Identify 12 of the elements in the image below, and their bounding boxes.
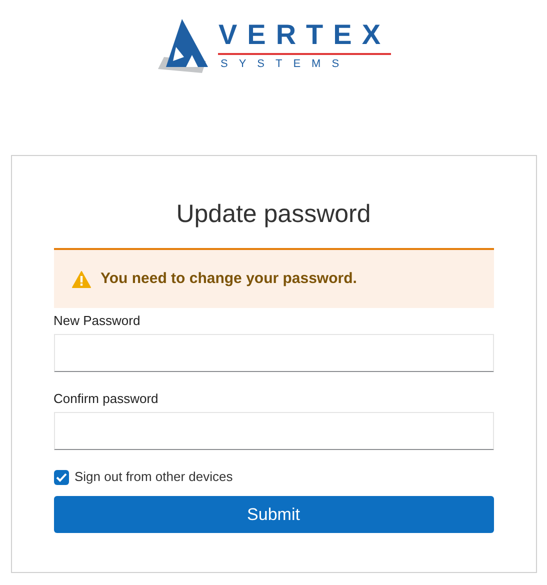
- alert-message: You need to change your password.: [100, 268, 357, 289]
- checkbox-label: Sign out from other devices: [74, 468, 233, 486]
- submit-button[interactable]: Submit: [54, 496, 494, 533]
- password-field[interactable]: [54, 334, 494, 372]
- field-label: Confirm password: [54, 390, 160, 408]
- warning-icon: [72, 270, 90, 288]
- logo-wordmark: VERTEX: [218, 19, 391, 55]
- checkbox[interactable]: [54, 470, 68, 484]
- field-label: New Password: [54, 312, 142, 330]
- password-field[interactable]: [54, 412, 494, 450]
- logo-tagline: SYSTEMS: [219, 57, 352, 71]
- page-title: Update password: [175, 199, 372, 230]
